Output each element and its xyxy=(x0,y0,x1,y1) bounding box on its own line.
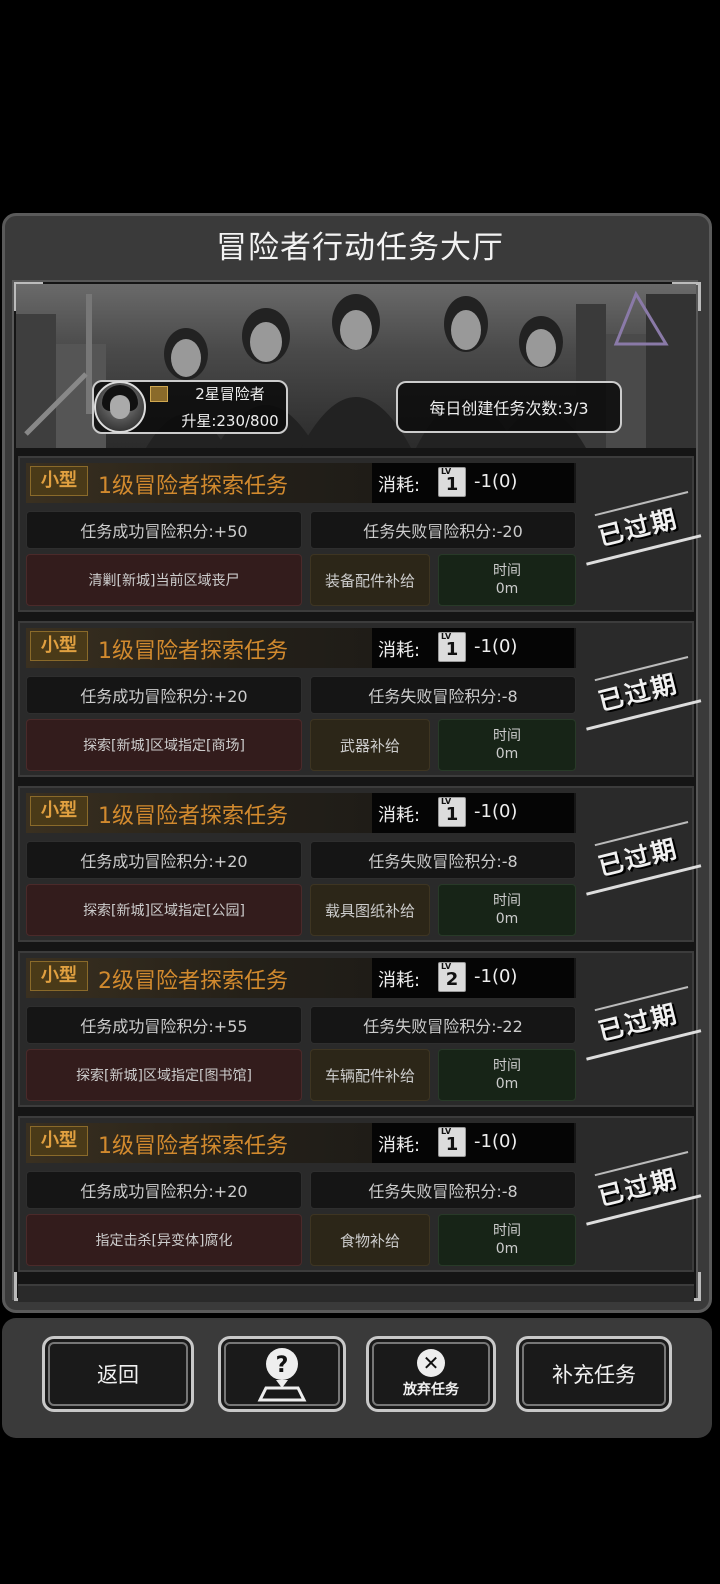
cost-value: -1(0) xyxy=(474,1131,518,1152)
task-name: 1级冒险者探索任务 xyxy=(98,1134,288,1159)
fail-points: 任务失败冒险积分:-8 xyxy=(310,841,576,879)
task-time: 时间 0m xyxy=(438,884,576,936)
task-card[interactable]: 小型 1级冒险者探索任务 消耗: LV 1 -1(0) 任务成功冒险积分:+20 任务失败冒险… xyxy=(18,786,702,942)
task-objective: 探索[新城]区域指定[公园] xyxy=(26,884,302,936)
expired-stamp: 已过期 xyxy=(582,656,702,731)
task-reward: 食物补给 xyxy=(310,1214,430,1266)
task-card-partial xyxy=(18,1284,694,1302)
cost-label: 消耗: xyxy=(378,805,421,826)
level-card-icon: LV 1 xyxy=(438,467,466,497)
success-points: 任务成功冒险积分:+20 xyxy=(26,676,302,714)
cost-label: 消耗: xyxy=(378,640,421,661)
x-circle-icon: ✕ xyxy=(417,1349,445,1377)
fail-points: 任务失败冒险积分:-8 xyxy=(310,1171,576,1209)
task-time: 时间 0m xyxy=(438,554,576,606)
success-points: 任务成功冒险积分:+55 xyxy=(26,1006,302,1044)
success-points: 任务成功冒险积分:+20 xyxy=(26,841,302,879)
abandon-task-button[interactable]: ✕ 放弃任务 xyxy=(366,1336,496,1412)
abandon-task-label: 放弃任务 xyxy=(403,1382,459,1398)
level-card-icon: LV 1 xyxy=(438,632,466,662)
time-label: 时间 xyxy=(493,893,521,909)
time-value: 0m xyxy=(495,746,519,762)
time-label: 时间 xyxy=(493,1058,521,1074)
task-objective: 清剿[新城]当前区域丧尸 xyxy=(26,554,302,606)
card-level: 2 xyxy=(445,969,459,990)
card-level: 1 xyxy=(445,474,459,495)
task-reward: 车辆配件补给 xyxy=(310,1049,430,1101)
success-points: 任务成功冒险积分:+50 xyxy=(26,511,302,549)
level-card-icon: LV 1 xyxy=(438,1127,466,1157)
cost-label: 消耗: xyxy=(378,475,421,496)
task-name: 1级冒险者探索任务 xyxy=(98,639,288,664)
expired-stamp: 已过期 xyxy=(582,491,702,566)
card-level: 1 xyxy=(445,1134,459,1155)
task-name: 1级冒险者探索任务 xyxy=(98,804,288,829)
help-button[interactable]: ? xyxy=(218,1336,346,1412)
task-card[interactable]: 小型 2级冒险者探索任务 消耗: LV 2 -1(0) 任务成功冒险积分:+55 任务失败冒险… xyxy=(18,951,702,1107)
time-label: 时间 xyxy=(493,728,521,744)
fail-points: 任务失败冒险积分:-20 xyxy=(310,511,576,549)
time-label: 时间 xyxy=(493,1223,521,1239)
cost-value: -1(0) xyxy=(474,966,518,987)
rank-progress: 升星:230/800 xyxy=(181,412,279,430)
task-time: 时间 0m xyxy=(438,1049,576,1101)
cost-value: -1(0) xyxy=(474,801,518,822)
fail-points: 任务失败冒险积分:-22 xyxy=(310,1006,576,1044)
task-objective: 探索[新城]区域指定[商场] xyxy=(26,719,302,771)
cost-label: 消耗: xyxy=(378,970,421,991)
rank-name: 2星冒险者 xyxy=(195,385,265,403)
time-value: 0m xyxy=(495,1241,519,1257)
success-points: 任务成功冒险积分:+20 xyxy=(26,1171,302,1209)
task-size-tag: 小型 xyxy=(30,1126,88,1156)
page-title: 冒险者行动任务大厅 xyxy=(216,230,504,266)
expired-stamp: 已过期 xyxy=(582,986,702,1061)
cost-label: 消耗: xyxy=(378,1135,421,1156)
time-value: 0m xyxy=(495,581,519,597)
back-button[interactable]: 返回 xyxy=(42,1336,194,1412)
daily-create-count: 每日创建任务次数:3/3 xyxy=(396,381,622,433)
task-reward: 载具图纸补给 xyxy=(310,884,430,936)
cost-value: -1(0) xyxy=(474,471,518,492)
task-name: 1级冒险者探索任务 xyxy=(98,474,288,499)
task-card[interactable]: 小型 1级冒险者探索任务 消耗: LV 1 -1(0) 任务成功冒险积分:+20 任务失败冒险… xyxy=(18,621,702,777)
task-time: 时间 0m xyxy=(438,1214,576,1266)
card-level: 1 xyxy=(445,804,459,825)
time-value: 0m xyxy=(495,1076,519,1092)
task-card[interactable]: 小型 1级冒险者探索任务 消耗: LV 1 -1(0) 任务成功冒险积分:+50 任务失败冒险… xyxy=(18,456,702,612)
question-map-icon: ? xyxy=(257,1348,307,1402)
task-card[interactable]: 小型 1级冒险者探索任务 消耗: LV 1 -1(0) 任务成功冒险积分:+20 任务失败冒险… xyxy=(18,1116,702,1272)
level-card-icon: LV 2 xyxy=(438,962,466,992)
time-value: 0m xyxy=(495,911,519,927)
svg-text:?: ? xyxy=(276,1353,289,1378)
expired-stamp: 已过期 xyxy=(582,1151,702,1226)
card-level: 1 xyxy=(445,639,459,660)
task-name: 2级冒险者探索任务 xyxy=(98,969,288,994)
supply-task-button[interactable]: 补充任务 xyxy=(516,1336,672,1412)
expired-stamp: 已过期 xyxy=(582,821,702,896)
avatar[interactable] xyxy=(94,381,146,433)
fail-points: 任务失败冒险积分:-8 xyxy=(310,676,576,714)
task-size-tag: 小型 xyxy=(30,961,88,991)
task-size-tag: 小型 xyxy=(30,631,88,661)
rank-badge-icon xyxy=(150,386,168,402)
task-size-tag: 小型 xyxy=(30,466,88,496)
time-label: 时间 xyxy=(493,563,521,579)
level-card-icon: LV 1 xyxy=(438,797,466,827)
cost-value: -1(0) xyxy=(474,636,518,657)
task-reward: 武器补给 xyxy=(310,719,430,771)
task-time: 时间 0m xyxy=(438,719,576,771)
task-reward: 装备配件补给 xyxy=(310,554,430,606)
task-objective: 探索[新城]区域指定[图书馆] xyxy=(26,1049,302,1101)
task-size-tag: 小型 xyxy=(30,796,88,826)
task-objective: 指定击杀[异变体]腐化 xyxy=(26,1214,302,1266)
